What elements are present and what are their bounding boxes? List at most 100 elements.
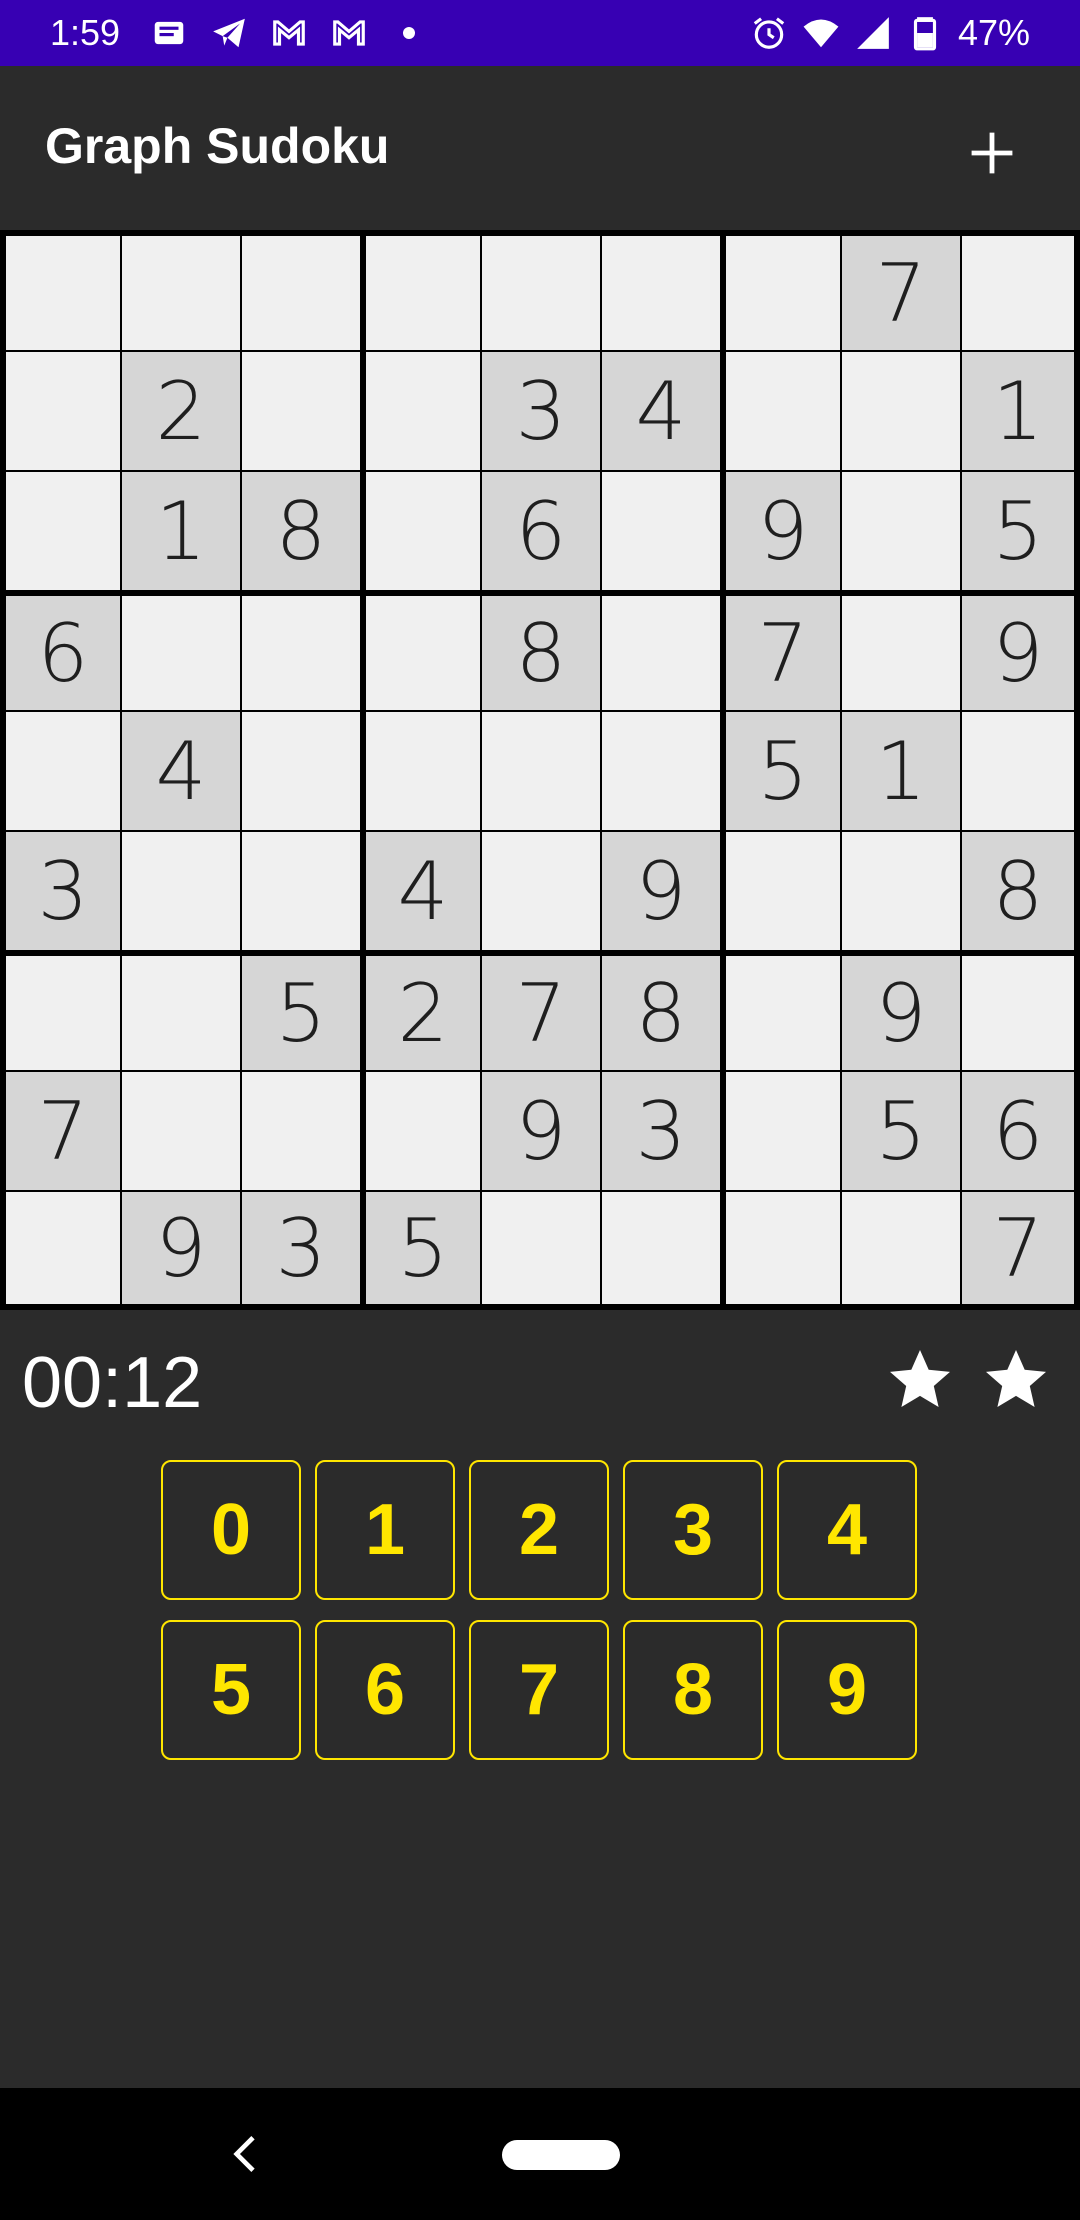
home-pill-icon[interactable] — [502, 2140, 620, 2170]
sudoku-cell[interactable] — [242, 596, 360, 710]
number-key[interactable]: 5 — [161, 1620, 301, 1760]
sudoku-cell[interactable]: 7 — [962, 1192, 1074, 1304]
sudoku-cell[interactable]: 6 — [482, 472, 600, 590]
sudoku-cell[interactable] — [366, 1072, 480, 1190]
sudoku-cell[interactable] — [962, 236, 1074, 350]
sudoku-cell[interactable] — [842, 352, 960, 470]
sudoku-cell[interactable] — [962, 956, 1074, 1070]
sudoku-cell[interactable]: 6 — [962, 1072, 1074, 1190]
sudoku-cell[interactable] — [6, 472, 120, 590]
sudoku-cell[interactable] — [366, 352, 480, 470]
sudoku-cell[interactable] — [726, 956, 840, 1070]
sudoku-cell[interactable]: 3 — [602, 1072, 720, 1190]
sudoku-cell[interactable]: 6 — [6, 596, 120, 710]
sudoku-cell[interactable] — [602, 596, 720, 710]
sudoku-cell[interactable] — [602, 1192, 720, 1304]
number-key[interactable]: 1 — [315, 1460, 455, 1600]
sudoku-cell[interactable]: 1 — [962, 352, 1074, 470]
back-chevron-icon[interactable] — [218, 2126, 274, 2182]
sudoku-cell[interactable] — [842, 596, 960, 710]
sudoku-cell[interactable]: 9 — [482, 1072, 600, 1190]
number-key[interactable]: 7 — [469, 1620, 609, 1760]
number-key[interactable]: 4 — [777, 1460, 917, 1600]
sudoku-cell[interactable]: 2 — [366, 956, 480, 1070]
sudoku-cell[interactable]: 8 — [602, 956, 720, 1070]
sudoku-cell[interactable] — [366, 472, 480, 590]
sudoku-cell[interactable] — [482, 832, 600, 950]
sudoku-cell[interactable] — [602, 712, 720, 830]
sudoku-cell[interactable] — [366, 596, 480, 710]
sudoku-cell[interactable] — [242, 832, 360, 950]
sudoku-cell[interactable] — [842, 832, 960, 950]
sudoku-cell[interactable]: 5 — [962, 472, 1074, 590]
sudoku-cell[interactable] — [242, 352, 360, 470]
sudoku-cell[interactable]: 9 — [726, 472, 840, 590]
status-time: 1:59 — [50, 12, 121, 53]
sudoku-cell[interactable] — [122, 236, 240, 350]
sudoku-cell[interactable] — [366, 712, 480, 830]
sudoku-cell[interactable]: 3 — [242, 1192, 360, 1304]
sudoku-cell[interactable] — [122, 1072, 240, 1190]
sudoku-cell[interactable] — [122, 956, 240, 1070]
sudoku-cell[interactable] — [6, 712, 120, 830]
sudoku-cell[interactable]: 4 — [122, 712, 240, 830]
sudoku-cell[interactable] — [122, 832, 240, 950]
sudoku-cell[interactable]: 3 — [6, 832, 120, 950]
sudoku-cell[interactable] — [726, 352, 840, 470]
sudoku-cell[interactable] — [842, 1192, 960, 1304]
sudoku-cell[interactable] — [242, 236, 360, 350]
star-icon — [884, 1344, 956, 1416]
number-key[interactable]: 9 — [777, 1620, 917, 1760]
sudoku-cell[interactable] — [482, 712, 600, 830]
number-key[interactable]: 2 — [469, 1460, 609, 1600]
sudoku-cell[interactable]: 4 — [366, 832, 480, 950]
sudoku-cell[interactable]: 5 — [366, 1192, 480, 1304]
sudoku-cell[interactable]: 7 — [726, 596, 840, 710]
sudoku-cell[interactable] — [366, 236, 480, 350]
sudoku-cell[interactable]: 5 — [842, 1072, 960, 1190]
sudoku-cell[interactable] — [6, 1192, 120, 1304]
sudoku-cell[interactable] — [482, 236, 600, 350]
notification-icons — [150, 14, 428, 52]
sudoku-cell[interactable] — [242, 712, 360, 830]
sudoku-cell[interactable] — [726, 832, 840, 950]
sudoku-cell[interactable]: 1 — [842, 712, 960, 830]
sudoku-cell[interactable] — [726, 1072, 840, 1190]
sudoku-cell[interactable] — [6, 956, 120, 1070]
battery-icon — [906, 14, 944, 52]
sudoku-cell[interactable]: 1 — [122, 472, 240, 590]
number-key[interactable]: 3 — [623, 1460, 763, 1600]
sudoku-cell[interactable]: 9 — [602, 832, 720, 950]
sudoku-cell[interactable]: 7 — [842, 236, 960, 350]
difficulty-stars — [884, 1344, 1052, 1416]
sudoku-cell[interactable]: 5 — [242, 956, 360, 1070]
sudoku-cell[interactable]: 9 — [122, 1192, 240, 1304]
sudoku-cell[interactable]: 9 — [962, 596, 1074, 710]
sudoku-cell[interactable]: 8 — [962, 832, 1074, 950]
sudoku-cell[interactable] — [6, 352, 120, 470]
sudoku-cell[interactable]: 3 — [482, 352, 600, 470]
sudoku-cell[interactable] — [602, 236, 720, 350]
sudoku-cell[interactable]: 4 — [602, 352, 720, 470]
sudoku-cell[interactable]: 2 — [122, 352, 240, 470]
sudoku-cell[interactable] — [122, 596, 240, 710]
sudoku-cell[interactable] — [962, 712, 1074, 830]
sudoku-cell[interactable]: 8 — [482, 596, 600, 710]
sudoku-cell[interactable]: 7 — [6, 1072, 120, 1190]
sudoku-cell[interactable]: 8 — [242, 472, 360, 590]
number-key[interactable]: 6 — [315, 1620, 455, 1760]
sudoku-cell[interactable] — [726, 236, 840, 350]
sudoku-cell[interactable] — [602, 472, 720, 590]
sudoku-cell[interactable]: 5 — [726, 712, 840, 830]
sudoku-cell[interactable] — [6, 236, 120, 350]
sudoku-cell[interactable] — [242, 1072, 360, 1190]
sudoku-cell[interactable] — [842, 472, 960, 590]
sudoku-cell[interactable] — [726, 1192, 840, 1304]
sudoku-cell[interactable]: 9 — [842, 956, 960, 1070]
number-key[interactable]: 0 — [161, 1460, 301, 1600]
sudoku-cell[interactable]: 7 — [482, 956, 600, 1070]
new-game-button[interactable] — [950, 111, 1034, 195]
status-bar: 1:59 47% — [0, 0, 1080, 66]
sudoku-cell[interactable] — [482, 1192, 600, 1304]
number-key[interactable]: 8 — [623, 1620, 763, 1760]
